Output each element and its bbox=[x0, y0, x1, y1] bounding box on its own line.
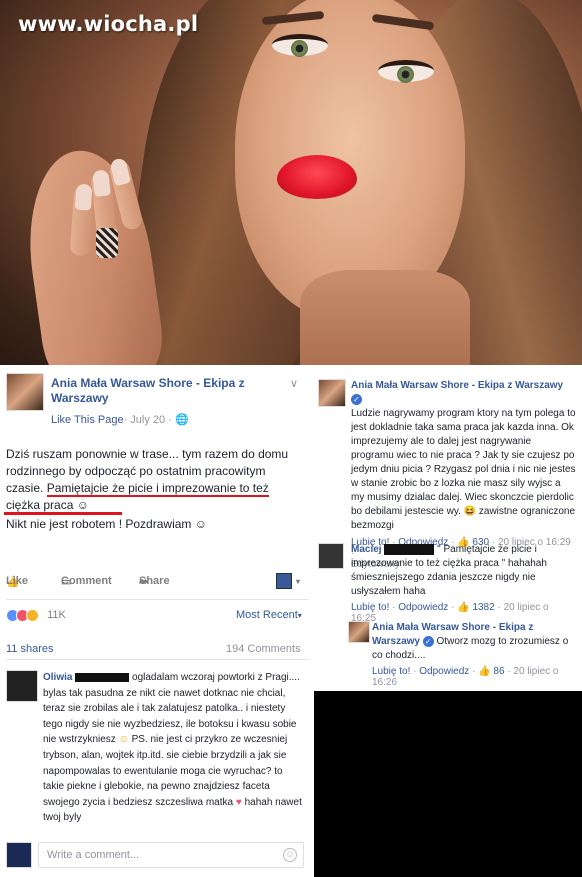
emoji-picker-icon[interactable]: ☺ bbox=[283, 848, 297, 862]
page-avatar[interactable] bbox=[348, 621, 370, 643]
red-lips bbox=[277, 155, 357, 199]
reply-comment: Ania Mała Warsaw Shore - Ekipa z Warszaw… bbox=[372, 621, 576, 688]
heart-emoji: ♥ bbox=[235, 796, 242, 808]
comment: Oliwia ogladalam wczoraj powtorki z Prag… bbox=[43, 670, 305, 826]
audience-avatar[interactable] bbox=[276, 573, 292, 589]
post-date: · July 20 · bbox=[123, 414, 175, 426]
comments-panel: Ania Mała Warsaw Shore - Ekipa z Warszaw… bbox=[314, 371, 582, 691]
post-text: Dziś ruszam ponownie w trase... tym raze… bbox=[6, 446, 306, 514]
chevron-down-icon[interactable]: ∨ bbox=[290, 377, 298, 390]
smile-emoji: ☺ bbox=[118, 734, 129, 746]
reactions-summary[interactable]: 11K bbox=[6, 609, 66, 622]
caret-down-icon: ▾ bbox=[297, 611, 302, 620]
commenter-name[interactable]: Oliwia bbox=[43, 672, 72, 683]
facebook-post: Ania Mała Warsaw Shore - Ekipa z Warszaw… bbox=[0, 365, 314, 877]
divider bbox=[6, 599, 308, 600]
commenter-avatar[interactable] bbox=[318, 543, 344, 569]
like-link[interactable]: Lubię to! bbox=[351, 602, 389, 613]
comment-header: Ania Mała Warsaw Shore - Ekipa z Warszaw… bbox=[351, 379, 576, 407]
post-text-closing: Nikt nie jest robotem ! Pozdrawiam bbox=[6, 517, 192, 531]
reply-link[interactable]: Odpowiedz bbox=[398, 602, 448, 613]
post-text-end: Nikt nie jest robotem ! Pozdrawiam ☺ bbox=[6, 517, 207, 531]
post-text-underlined: Pamiętajcie że picie i imprezowanie to t… bbox=[6, 481, 269, 514]
caret-down-icon[interactable]: ▾ bbox=[296, 577, 300, 586]
comment-label: Comment bbox=[61, 575, 112, 587]
post-author[interactable]: Ania Mała Warsaw Shore - Ekipa z Warszaw… bbox=[51, 376, 281, 406]
haha-reaction-icon bbox=[26, 609, 39, 622]
redacted-surname bbox=[75, 672, 130, 682]
laugh-emoji: 😆 bbox=[463, 506, 477, 517]
thumbs-up-icon: 👍 bbox=[457, 602, 470, 613]
post-meta: Like This Page· July 20 · 🌐 bbox=[51, 413, 189, 426]
patterned-nail bbox=[96, 228, 118, 258]
verified-badge-icon: ✓ bbox=[351, 393, 362, 405]
like-count[interactable]: 1382 bbox=[472, 602, 494, 613]
like-page-link[interactable]: Like This Page bbox=[51, 414, 124, 426]
comment-body: Maciej " Pamiętajcie że picie i imprezow… bbox=[351, 543, 576, 599]
reply-comment: Ania Mała Warsaw Shore - Ekipa z Warszaw… bbox=[351, 379, 576, 570]
redacted-surname bbox=[384, 543, 435, 555]
smile-emoji: ☺ bbox=[194, 517, 208, 531]
red-underline bbox=[4, 512, 122, 515]
left-eye bbox=[272, 34, 328, 57]
comment-body: Ania Mała Warsaw Shore - Ekipa z Warszaw… bbox=[372, 621, 576, 663]
verified-badge-icon: ✓ bbox=[422, 635, 434, 647]
divider bbox=[6, 659, 308, 660]
empty-black-area bbox=[314, 691, 582, 877]
neck bbox=[300, 270, 470, 365]
most-recent-sort[interactable]: Most Recent▾ bbox=[236, 609, 302, 621]
like-link[interactable]: Lubię to! bbox=[372, 666, 410, 677]
comment-text: Ludzie nagrywamy program ktory na tym po… bbox=[351, 408, 576, 517]
site-watermark: www.wiocha.pl bbox=[18, 12, 199, 36]
comment-author[interactable]: Ania Mała Warsaw Shore - Ekipa z Warszaw… bbox=[351, 380, 563, 391]
page-avatar[interactable] bbox=[318, 379, 346, 407]
comment-body: Ludzie nagrywamy program ktory na tym po… bbox=[351, 407, 576, 533]
thumbs-up-icon: 👍 bbox=[478, 666, 491, 677]
post-actions: 👍 Like ▭ Comment ➦ Share ▾ bbox=[6, 573, 308, 591]
write-comment-placeholder: Write a comment... bbox=[47, 849, 140, 861]
write-comment-input[interactable]: Write a comment... ☺ bbox=[38, 842, 304, 868]
right-eye bbox=[378, 60, 434, 83]
comment-author[interactable]: Maciej bbox=[351, 544, 382, 555]
shares-link[interactable]: 11 shares bbox=[6, 643, 54, 655]
like-count[interactable]: 86 bbox=[493, 666, 504, 677]
user-avatar bbox=[6, 842, 32, 868]
comment-actions: Lubię to! · Odpowiedz · 👍 86 · 20 lipiec… bbox=[372, 666, 559, 688]
comments-count[interactable]: 194 Comments bbox=[226, 643, 301, 655]
commenter-avatar[interactable] bbox=[6, 670, 38, 702]
reply-comment: Maciej " Pamiętajcie że picie i imprezow… bbox=[351, 543, 576, 624]
page-avatar[interactable] bbox=[6, 373, 44, 411]
reactions-count: 11K bbox=[47, 609, 66, 622]
like-label: Like bbox=[6, 575, 29, 587]
globe-icon: 🌐 bbox=[174, 414, 189, 426]
selfie-photo: www.wiocha.pl bbox=[0, 0, 582, 365]
reply-link[interactable]: Odpowiedz bbox=[419, 666, 469, 677]
smile-emoji: ☺ bbox=[76, 498, 89, 512]
most-recent-label: Most Recent bbox=[236, 609, 298, 621]
share-label: Share bbox=[139, 575, 170, 587]
